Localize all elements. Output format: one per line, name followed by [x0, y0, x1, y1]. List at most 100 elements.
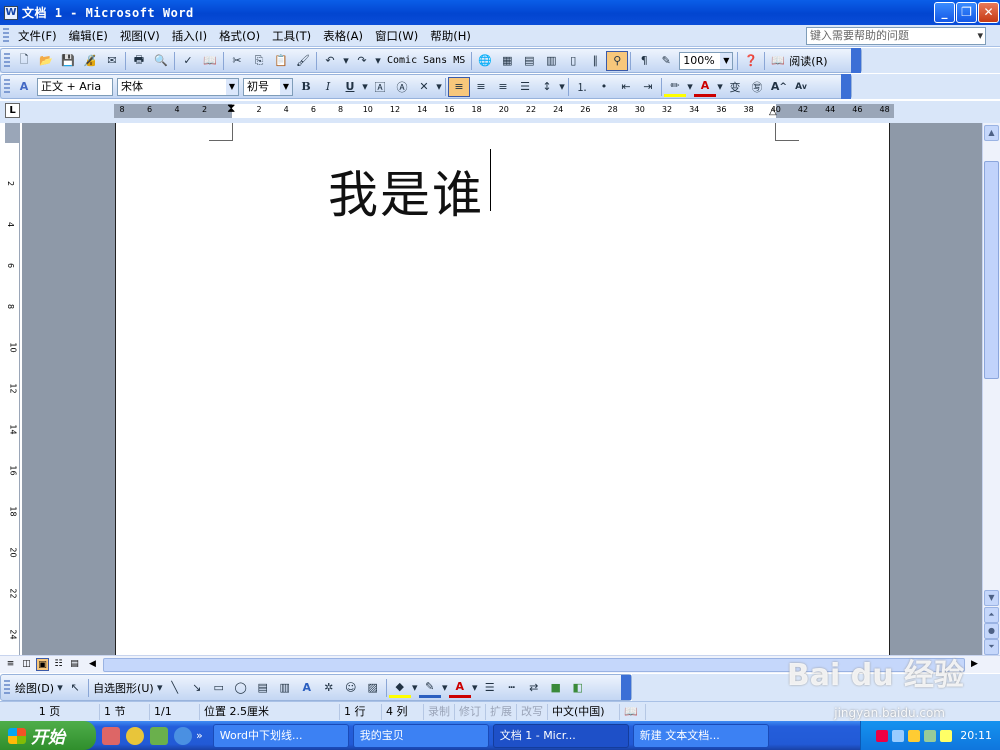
read-mode-icon[interactable]: 📖 — [767, 51, 789, 71]
zoom-select[interactable]: 100% ▼ — [679, 51, 734, 70]
status-rec[interactable]: 录制 — [424, 703, 455, 720]
quicklaunch-icon[interactable] — [102, 726, 120, 745]
textbox-icon[interactable]: ▤ — [252, 678, 274, 698]
quicklaunch-icon[interactable] — [126, 726, 144, 745]
quicklaunch-icon[interactable] — [150, 726, 168, 745]
line-spacing-icon[interactable]: ↕ — [536, 77, 558, 97]
font-color-dropdown-icon[interactable]: ▾ — [716, 77, 724, 97]
toolbar-grip-icon[interactable] — [4, 52, 10, 69]
new-document-icon[interactable]: 🗋 — [13, 51, 35, 71]
select-objects-icon[interactable]: ↖ — [64, 678, 86, 698]
scroll-down-icon[interactable]: ▼ — [984, 590, 999, 606]
spelling-icon[interactable]: ✓ — [177, 51, 199, 71]
tray-icon[interactable] — [924, 729, 937, 742]
insert-table-icon[interactable]: ▤ — [518, 51, 540, 71]
wordart-icon[interactable]: A — [296, 678, 318, 698]
normal-view-icon[interactable]: ≡ — [4, 658, 17, 671]
autoshapes-dropdown-icon[interactable]: ▾ — [156, 678, 164, 698]
cut-icon[interactable]: ✂ — [226, 51, 248, 71]
browse-object-icon[interactable]: ● — [984, 623, 999, 639]
shrink-font-icon[interactable]: Av — [790, 77, 812, 97]
menubar-grip-icon[interactable] — [3, 27, 9, 44]
italic-button[interactable]: I — [317, 77, 339, 97]
prev-page-icon[interactable]: ⏶ — [984, 607, 999, 623]
vertical-scrollbar[interactable]: ▲ ▼ ⏶ ● ⏷ — [982, 123, 1000, 655]
menu-edit[interactable]: 编辑(E) — [63, 26, 114, 46]
menu-file[interactable]: 文件(F) — [12, 26, 63, 46]
underline-dropdown-icon[interactable]: ▾ — [361, 77, 369, 97]
autoshapes-button[interactable]: 自选图形(U) — [91, 680, 156, 696]
tab-selector-button[interactable]: L — [5, 103, 20, 118]
arrow-style-icon[interactable]: ⇄ — [523, 678, 545, 698]
styles-formatting-icon[interactable]: A — [13, 77, 35, 97]
task-button[interactable]: 我的宝贝 — [352, 723, 489, 748]
vertical-ruler[interactable]: 2 4 6 8 10 12 14 16 18 20 22 24 — [5, 123, 20, 655]
fill-dropdown-icon[interactable]: ▾ — [411, 678, 419, 698]
horizontal-ruler[interactable]: 8 6 4 2 2 4 6 8 10 12 14 16 18 20 22 24 26 28 30 32 34 36 38 40… — [114, 101, 894, 118]
copy-icon[interactable]: ⎘ — [248, 51, 270, 71]
align-left-icon[interactable]: ≡ — [448, 76, 470, 97]
print-icon[interactable]: 🖶 — [128, 51, 150, 71]
decrease-indent-icon[interactable]: ⇤ — [615, 77, 637, 97]
grow-font-icon[interactable]: A ^ — [768, 77, 790, 97]
research-icon[interactable]: 📖 — [199, 51, 221, 71]
permission-icon[interactable]: 🔏 — [79, 51, 101, 71]
read-mode-button[interactable]: 阅读(R) — [789, 53, 831, 69]
chevron-down-icon[interactable]: ▼ — [720, 52, 733, 69]
scroll-left-icon[interactable]: ◀ — [86, 658, 99, 671]
scale-dropdown-icon[interactable]: ▾ — [435, 77, 443, 97]
spelling-status-icon[interactable]: 📖 — [620, 703, 646, 720]
menu-view[interactable]: 视图(V) — [114, 26, 166, 46]
paste-icon[interactable]: 📋 — [270, 51, 292, 71]
menu-format[interactable]: 格式(O) — [213, 26, 266, 46]
phonetic-guide-icon[interactable]: 变 — [724, 77, 746, 97]
align-right-icon[interactable]: ≡ — [492, 77, 514, 97]
status-trk[interactable]: 修订 — [455, 703, 486, 720]
align-center-icon[interactable]: ≡ — [470, 77, 492, 97]
print-layout-icon[interactable]: ▣ — [36, 658, 49, 671]
maximize-button[interactable]: ❐ — [956, 2, 977, 23]
next-page-icon[interactable]: ⏷ — [984, 639, 999, 655]
document-page[interactable]: 我是谁 — [115, 123, 890, 655]
chevron-down-icon[interactable]: ▼ — [280, 78, 292, 95]
clock[interactable]: 20:11 — [960, 729, 992, 742]
shadow-icon[interactable]: ■ — [545, 678, 567, 698]
bold-button[interactable]: B — [295, 77, 317, 97]
tray-icon[interactable] — [892, 729, 905, 742]
rectangle-icon[interactable]: ▭ — [208, 678, 230, 698]
hyperlink-icon[interactable]: 🌐 — [474, 51, 496, 71]
redo-icon[interactable]: ↷ — [351, 51, 373, 71]
indent-marker-icon[interactable]: ⧗ — [227, 101, 235, 116]
toolbar-options-icon[interactable] — [851, 48, 861, 73]
email-icon[interactable]: ✉ — [101, 51, 123, 71]
style-select[interactable]: 正文 + Aria — [37, 77, 113, 96]
reading-view-icon[interactable]: ▤ — [68, 658, 81, 671]
font-size-select[interactable]: 初号 ▼ — [243, 77, 293, 96]
clipart-icon[interactable]: ☺ — [340, 678, 362, 698]
columns-icon[interactable]: ▯ — [562, 51, 584, 71]
picture-icon[interactable]: ▨ — [362, 678, 384, 698]
dash-style-icon[interactable]: ┅ — [501, 678, 523, 698]
menu-insert[interactable]: 插入(I) — [166, 26, 213, 46]
open-folder-icon[interactable]: 📂 — [35, 51, 57, 71]
status-ext[interactable]: 扩展 — [486, 703, 517, 720]
char-border-icon[interactable]: 🄰 — [369, 77, 391, 97]
font-preview-label[interactable]: Comic Sans MS — [383, 55, 469, 66]
menu-help[interactable]: 帮助(H) — [424, 26, 477, 46]
undo-icon[interactable]: ↶ — [319, 51, 341, 71]
right-indent-icon[interactable]: △ — [769, 106, 777, 117]
task-button-active[interactable]: 文档 1 - Micr... — [492, 723, 629, 748]
chevron-down-icon[interactable]: ▼ — [226, 78, 238, 95]
3d-icon[interactable]: ◧ — [567, 678, 589, 698]
line-color-icon[interactable]: ✎ — [418, 678, 441, 698]
oval-icon[interactable]: ◯ — [230, 678, 252, 698]
char-shading-icon[interactable]: Ⓐ — [391, 77, 413, 97]
help-icon[interactable]: ❓ — [740, 51, 762, 71]
line-icon[interactable]: ╲ — [164, 678, 186, 698]
font-select[interactable]: 宋体 ▼ — [117, 77, 239, 96]
justify-icon[interactable]: ☰ — [514, 77, 536, 97]
word-app-icon[interactable]: W — [4, 5, 18, 20]
scroll-thumb[interactable] — [984, 161, 999, 379]
document-map-icon[interactable]: ⚲ — [606, 50, 629, 71]
line-color-dropdown-icon[interactable]: ▾ — [441, 678, 449, 698]
